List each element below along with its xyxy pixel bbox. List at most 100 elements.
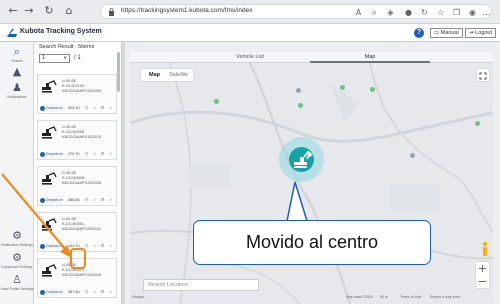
- excavator-icon: [42, 126, 57, 139]
- status-dot-icon: [40, 106, 45, 111]
- refresh-icon[interactable]: ↻: [419, 7, 430, 18]
- reader-icon[interactable]: A: [353, 7, 364, 18]
- chevron-down-icon: ∨: [63, 55, 67, 61]
- card-footer: Departure 387.6h ◷ » ⚙ »: [40, 290, 116, 296]
- tab-map[interactable]: Map: [310, 52, 430, 63]
- more-icon[interactable]: …: [481, 7, 492, 18]
- map-type-control: Map Satellite: [141, 69, 193, 81]
- hours-text: 387.6h: [68, 290, 80, 294]
- poi-icon[interactable]: [475, 121, 480, 126]
- clock-icon: ◷: [84, 198, 89, 203]
- logout-icon: ⇥: [469, 30, 474, 36]
- manual-label: Manual: [440, 30, 459, 36]
- status-dot-icon: [40, 152, 45, 157]
- rail-item-search[interactable]: ⌕ Search: [0, 46, 34, 64]
- list-item[interactable]: U-40-6E K-13-040558 KBCDZ4AAP0J022013 Depar…: [37, 120, 117, 160]
- rail-item-user-settings[interactable]: ♙ User Profile Settings: [0, 273, 34, 292]
- clock-icon: ◷: [84, 152, 89, 157]
- browser-toolbar: ← → ↻ ⌂ https://trackingsystem1.kubota.c…: [0, 0, 500, 24]
- screen: ← → ↻ ⌂ https://trackingsystem1.kubota.c…: [0, 0, 500, 304]
- back-icon[interactable]: ←: [6, 4, 20, 18]
- serial-text: K-16-002193: [62, 84, 84, 88]
- map-attribution: Map data ©2024: [346, 295, 373, 299]
- logout-button[interactable]: ⇥ Logout: [465, 28, 496, 38]
- settings-icon: ⚙: [100, 106, 105, 111]
- callout-text: Movido al centro: [245, 232, 379, 252]
- street-view-pegman-icon[interactable]: [481, 241, 489, 257]
- rail-item-alert[interactable]: ▲: [0, 66, 34, 78]
- hours-text: 470.7h: [68, 152, 80, 156]
- rail-label: Search: [11, 59, 23, 63]
- location-search-input[interactable]: Search Location: [143, 279, 259, 291]
- vin-text: KBCDZ4AAP0J022013: [62, 135, 102, 139]
- arrow-icon: »: [93, 198, 96, 203]
- list-item[interactable]: U-40-6E K-16-002193 KBCDZ4AAP0J022093 Depar…: [37, 74, 117, 114]
- search-result-count: Search Result : 5items: [39, 44, 95, 50]
- forward-icon[interactable]: →: [22, 4, 36, 18]
- profile-dot-icon[interactable]: ●: [403, 7, 414, 18]
- user-icon: ♙: [12, 273, 22, 286]
- model-text: U-40-6E: [62, 125, 77, 129]
- list-scrollbar[interactable]: [117, 52, 120, 92]
- more-icon: »: [109, 290, 112, 295]
- kubota-logo-icon: [7, 29, 17, 37]
- zoom-control: + −: [476, 262, 489, 288]
- model-text: U-40-6E: [62, 79, 77, 83]
- account-icon[interactable]: ◉: [467, 7, 478, 18]
- status-text: Departure: [46, 152, 63, 156]
- alert-icon: ▲: [12, 65, 22, 78]
- poi-icon[interactable]: [410, 153, 415, 158]
- clock-icon: ◷: [84, 106, 89, 111]
- reload-icon[interactable]: ↻: [42, 4, 56, 18]
- page-select[interactable]: 1 ∨: [39, 54, 70, 63]
- clock-icon: ◷: [84, 290, 89, 295]
- hours-text: 525.1h: [68, 106, 80, 110]
- poi-icon[interactable]: [296, 88, 301, 93]
- tab-vehicle-list[interactable]: Vehicle List: [190, 52, 310, 63]
- map-type-map[interactable]: Map: [149, 69, 160, 81]
- fullscreen-button[interactable]: [477, 69, 489, 81]
- favorite-icon[interactable]: ☆: [435, 7, 446, 18]
- zoom-out-button[interactable]: −: [476, 275, 489, 288]
- equipment-marker[interactable]: [289, 147, 314, 172]
- settings-icon: ⚙: [100, 152, 105, 157]
- card-footer: Departure 470.7h ◷ » ⚙ »: [40, 152, 116, 158]
- more-icon: »: [109, 244, 112, 249]
- book-icon: ▭: [434, 30, 440, 36]
- home-icon[interactable]: ⌂: [62, 4, 76, 18]
- url-text: https://trackingsystem1.kubota.com/fms/i…: [121, 7, 253, 14]
- settings-icon: ⚙: [100, 244, 105, 249]
- serial-text: K-13-040558: [62, 130, 84, 134]
- poi-icon[interactable]: [340, 85, 345, 90]
- more-icon: »: [109, 106, 112, 111]
- status-text: Departure: [46, 290, 63, 294]
- address-bar[interactable]: https://trackingsystem1.kubota.com/fms/i…: [100, 4, 492, 19]
- rail-label: Equipment Settings: [1, 265, 33, 269]
- more-icon: »: [109, 152, 112, 157]
- map-type-satellite[interactable]: Satellite: [169, 69, 189, 81]
- manual-button[interactable]: ▭ Manual: [430, 28, 463, 38]
- status-text: Departure: [46, 106, 63, 110]
- vin-text: KBCDZ4AAP0J022015: [62, 273, 102, 277]
- zoom-icon[interactable]: ⌕: [369, 7, 380, 18]
- page-total: / 1: [74, 55, 81, 61]
- poi-icon[interactable]: [214, 99, 219, 104]
- report-error-link[interactable]: Report a map error: [430, 295, 460, 299]
- vin-text: KBCDZ4AAP0J022093: [62, 89, 102, 93]
- poi-icon[interactable]: [298, 103, 303, 108]
- poi-icon[interactable]: [370, 87, 375, 92]
- rail-label: User Profile Settings: [0, 287, 34, 291]
- zoom-in-button[interactable]: +: [476, 262, 489, 275]
- settings-icon: ⚙: [100, 198, 105, 203]
- arrow-icon: »: [93, 106, 96, 111]
- arrow-icon: »: [93, 244, 96, 249]
- collections-icon[interactable]: ❒: [451, 7, 462, 18]
- lock-icon: [109, 8, 114, 16]
- notification-icon: ♟: [12, 81, 22, 94]
- extension-icon[interactable]: ◈: [385, 7, 396, 18]
- excavator-icon: [42, 80, 57, 93]
- help-icon[interactable]: ?: [414, 28, 424, 38]
- rail-item-notifications[interactable]: ♟ Notifications: [0, 81, 34, 100]
- terms-link[interactable]: Terms of Use: [400, 295, 421, 299]
- app-header: Kubota Tracking System ? ▭ Manual ⇥ Logo…: [0, 24, 500, 42]
